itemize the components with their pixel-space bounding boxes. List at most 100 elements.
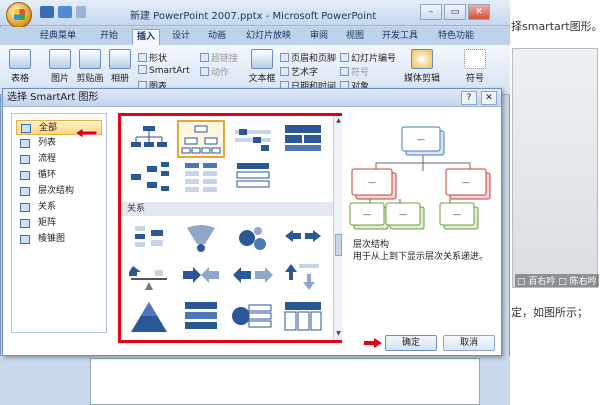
red-arrow-right-icon bbox=[364, 338, 382, 348]
gallery-item-hierarchy[interactable] bbox=[177, 120, 225, 158]
album-button[interactable]: 相册 bbox=[106, 49, 134, 84]
gallery-item-converging-arrows[interactable] bbox=[179, 260, 223, 294]
cancel-button[interactable]: 取消 bbox=[443, 335, 495, 351]
gallery-item-table-hierarchy[interactable] bbox=[281, 122, 325, 156]
picture-label: 图片 bbox=[50, 74, 69, 84]
gallery-item-pyramid[interactable] bbox=[127, 300, 171, 334]
category-cycle[interactable]: 循环 bbox=[16, 168, 102, 183]
slide-canvas[interactable] bbox=[90, 358, 480, 405]
list-icon bbox=[20, 139, 30, 148]
omega-icon bbox=[340, 67, 349, 76]
gallery-item-diverging-arrows[interactable] bbox=[231, 260, 275, 294]
table-button[interactable]: 表格 bbox=[6, 49, 34, 84]
table-icon bbox=[9, 49, 31, 69]
gallery-item-horizontal-hierarchy[interactable] bbox=[127, 160, 171, 194]
smartart-gallery: 关系 ▲ ▼ bbox=[118, 113, 342, 343]
special-symbol-label: 符号 bbox=[465, 74, 484, 84]
category-hierarchy[interactable]: 层次结构 bbox=[16, 184, 102, 199]
article-text-bottom: 定，如图所示； bbox=[511, 306, 588, 319]
help-button[interactable]: ? bbox=[461, 91, 477, 105]
symbol-button[interactable]: 符号 bbox=[340, 65, 369, 78]
tab-animation[interactable]: 动画 bbox=[204, 29, 230, 45]
tab-special[interactable]: 特色功能 bbox=[434, 29, 478, 45]
gallery-item-up-down-arrows[interactable] bbox=[281, 260, 325, 294]
tab-home[interactable]: 开始 bbox=[96, 29, 122, 45]
scrollbar-thumb[interactable] bbox=[335, 234, 342, 256]
pyramid-icon bbox=[20, 235, 30, 244]
article-text-top: 择smartart图形。 bbox=[511, 20, 600, 33]
quick-access-dropdown-icon[interactable] bbox=[76, 6, 86, 18]
action-button[interactable]: 动作 bbox=[200, 65, 229, 78]
tab-insert[interactable]: 插入 bbox=[132, 29, 161, 45]
close-window-button[interactable]: ✕ bbox=[468, 4, 490, 20]
gallery-item-labeled-hierarchy[interactable] bbox=[231, 122, 275, 156]
shapes-icon bbox=[138, 53, 147, 62]
smartart-label: SmartArt bbox=[149, 66, 190, 76]
smartart-button[interactable]: SmartArt bbox=[138, 65, 190, 76]
gallery-item-funnel[interactable] bbox=[179, 222, 223, 256]
tab-slideshow[interactable]: 幻灯片放映 bbox=[242, 29, 295, 45]
svg-text:—: — bbox=[453, 210, 461, 219]
smartart-preview: — — — — — — bbox=[349, 126, 491, 230]
header-footer-button[interactable]: 页眉和页脚 bbox=[280, 51, 336, 64]
minimize-button[interactable]: – bbox=[420, 4, 442, 20]
tab-view[interactable]: 视图 bbox=[342, 29, 368, 45]
article-screenshot bbox=[512, 48, 598, 288]
album-icon bbox=[109, 49, 131, 69]
media-label: 媒体剪辑 bbox=[403, 74, 440, 84]
picture-button[interactable]: 图片 bbox=[46, 49, 74, 84]
gallery-item-counterbalance[interactable] bbox=[127, 260, 171, 294]
tab-classic-menu[interactable]: 经典菜单 bbox=[36, 29, 80, 45]
action-label: 动作 bbox=[211, 68, 230, 78]
gallery-item-labeled-list[interactable] bbox=[231, 160, 275, 194]
category-relationship[interactable]: 关系 bbox=[16, 200, 102, 215]
wordart-icon bbox=[280, 67, 289, 76]
office-button[interactable] bbox=[6, 2, 32, 28]
undo-icon[interactable] bbox=[58, 6, 72, 18]
category-label: 全部 bbox=[39, 123, 58, 133]
category-label: 循环 bbox=[38, 170, 57, 180]
svg-text:—: — bbox=[417, 135, 425, 144]
ok-button[interactable]: 确定 bbox=[385, 335, 437, 351]
dialog-close-button[interactable]: ✕ bbox=[481, 91, 497, 105]
process-icon bbox=[20, 155, 30, 164]
media-clip-button[interactable]: 媒体剪辑 bbox=[400, 49, 444, 84]
maximize-button[interactable]: ▭ bbox=[444, 4, 466, 20]
category-process[interactable]: 流程 bbox=[16, 152, 102, 167]
textbox-label: 文本框 bbox=[248, 74, 276, 84]
category-pyramid[interactable]: 棱锥图 bbox=[16, 232, 102, 247]
gallery-scrollbar[interactable]: ▲ ▼ bbox=[333, 116, 342, 340]
gallery-item-org-chart[interactable] bbox=[127, 122, 171, 156]
gallery-item-gears[interactable] bbox=[231, 222, 275, 256]
gallery-item-hierarchy-list[interactable] bbox=[179, 160, 223, 194]
gallery-item-target-list[interactable] bbox=[231, 300, 275, 334]
gallery-item-opposing-arrows[interactable] bbox=[281, 222, 325, 256]
tab-design[interactable]: 设计 bbox=[168, 29, 194, 45]
matrix-icon bbox=[20, 219, 30, 228]
clipart-icon bbox=[79, 49, 101, 69]
gallery-item-balance[interactable] bbox=[127, 222, 171, 256]
scroll-up-icon[interactable]: ▲ bbox=[335, 117, 342, 125]
tab-review[interactable]: 审阅 bbox=[306, 29, 332, 45]
category-list: 全部 列表 流程 循环 层次结构 关系 矩阵 棱锥图 bbox=[11, 113, 107, 333]
wordart-button[interactable]: 艺术字 bbox=[280, 65, 318, 78]
gallery-item-table-list[interactable] bbox=[281, 300, 325, 334]
special-symbol-button[interactable]: 符号 bbox=[450, 49, 500, 84]
title-bar: 新建 PowerPoint 2007.pptx - Microsoft Powe… bbox=[0, 0, 510, 28]
tab-developer[interactable]: 开发工具 bbox=[378, 29, 422, 45]
category-label: 棱锥图 bbox=[38, 234, 66, 244]
clipart-label: 剪贴画 bbox=[76, 74, 104, 84]
gallery-item-stacked-list[interactable] bbox=[179, 300, 223, 334]
slide-number-button[interactable]: 幻灯片编号 bbox=[340, 51, 396, 64]
textbox-button[interactable]: 文本框 bbox=[248, 49, 276, 84]
gallery-grid: 关系 bbox=[121, 116, 333, 340]
hyperlink-button[interactable]: 超链接 bbox=[200, 51, 238, 64]
scroll-down-icon[interactable]: ▼ bbox=[335, 330, 342, 338]
clipart-button[interactable]: 剪贴画 bbox=[76, 49, 104, 84]
svg-text:—: — bbox=[462, 178, 470, 187]
shapes-button[interactable]: 形状 bbox=[138, 51, 167, 64]
save-icon[interactable] bbox=[40, 6, 54, 18]
category-matrix[interactable]: 矩阵 bbox=[16, 216, 102, 231]
symbol-label: 符号 bbox=[351, 68, 370, 78]
hyperlink-icon bbox=[200, 53, 209, 62]
